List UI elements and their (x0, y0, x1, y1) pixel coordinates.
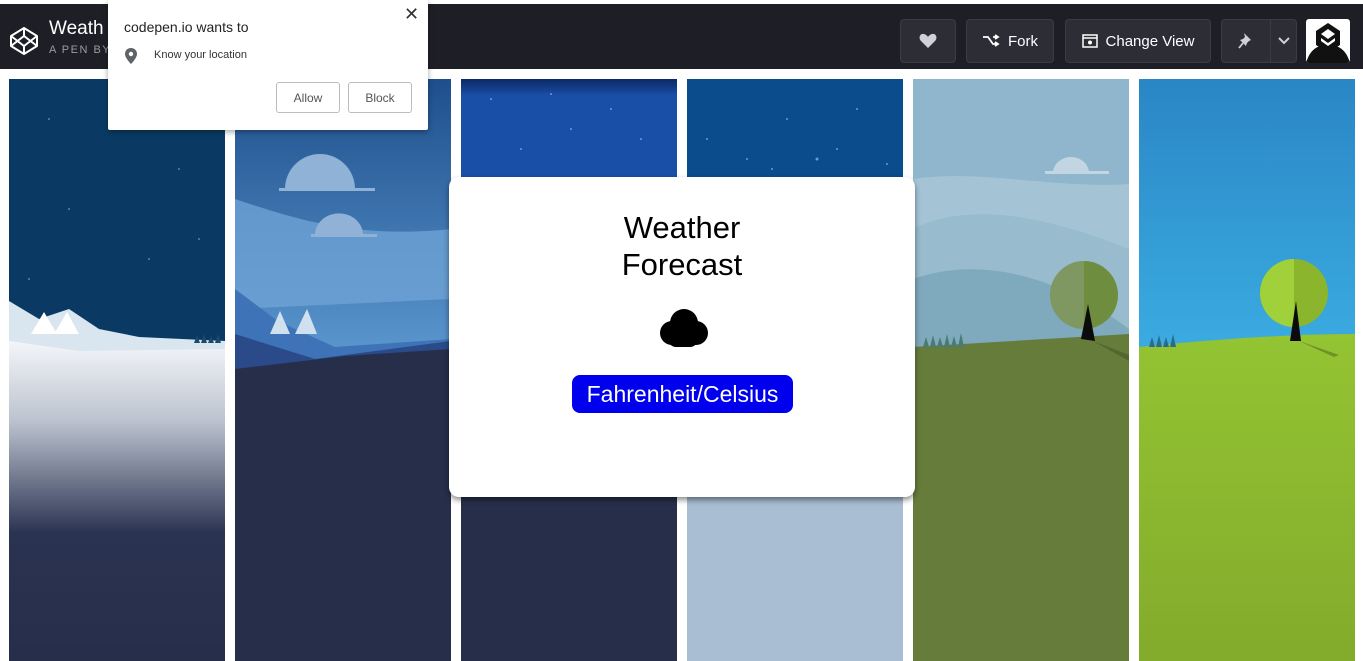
cloud-icon (654, 305, 710, 354)
pin-button[interactable] (1221, 19, 1271, 63)
blue-mountain-scene (235, 79, 451, 661)
card-title-line2: Forecast (621, 247, 743, 282)
pin-icon (1238, 32, 1254, 50)
change-view-button[interactable]: Change View (1065, 19, 1211, 63)
chevron-down-icon (1277, 37, 1290, 45)
night-snow-scene (9, 79, 225, 661)
permission-description: Know your location (154, 49, 247, 61)
fork-label: Fork (1008, 32, 1038, 50)
misty-hills-scene (913, 79, 1129, 661)
allow-button[interactable]: Allow (276, 82, 340, 113)
pen-author[interactable]: A PEN BY (49, 44, 111, 56)
pen-title[interactable]: Weath (49, 18, 104, 40)
sunny-field-scene (1139, 79, 1355, 661)
location-pin-icon (125, 48, 137, 69)
close-icon[interactable]: ✕ (404, 4, 419, 25)
change-view-label: Change View (1105, 32, 1195, 50)
fork-icon (982, 34, 1000, 48)
permission-title: codepen.io wants to (124, 19, 249, 35)
heart-icon (919, 33, 937, 49)
fahrenheit-celsius-toggle-button[interactable]: Fahrenheit/Celsius (572, 375, 793, 413)
user-avatar[interactable] (1306, 19, 1350, 63)
fork-button[interactable]: Fork (966, 19, 1054, 63)
card-title-line1: Weather (623, 210, 741, 245)
location-permission-dialog: ✕ codepen.io wants to Know your location… (108, 0, 428, 130)
heart-button[interactable] (900, 19, 956, 63)
view-icon (1081, 34, 1098, 48)
codepen-logo-icon[interactable] (9, 26, 39, 56)
weather-card: Weather Forecast Fahrenheit/Celsius (449, 177, 915, 497)
block-button[interactable]: Block (348, 82, 412, 113)
pin-dropdown-button[interactable] (1270, 19, 1297, 63)
